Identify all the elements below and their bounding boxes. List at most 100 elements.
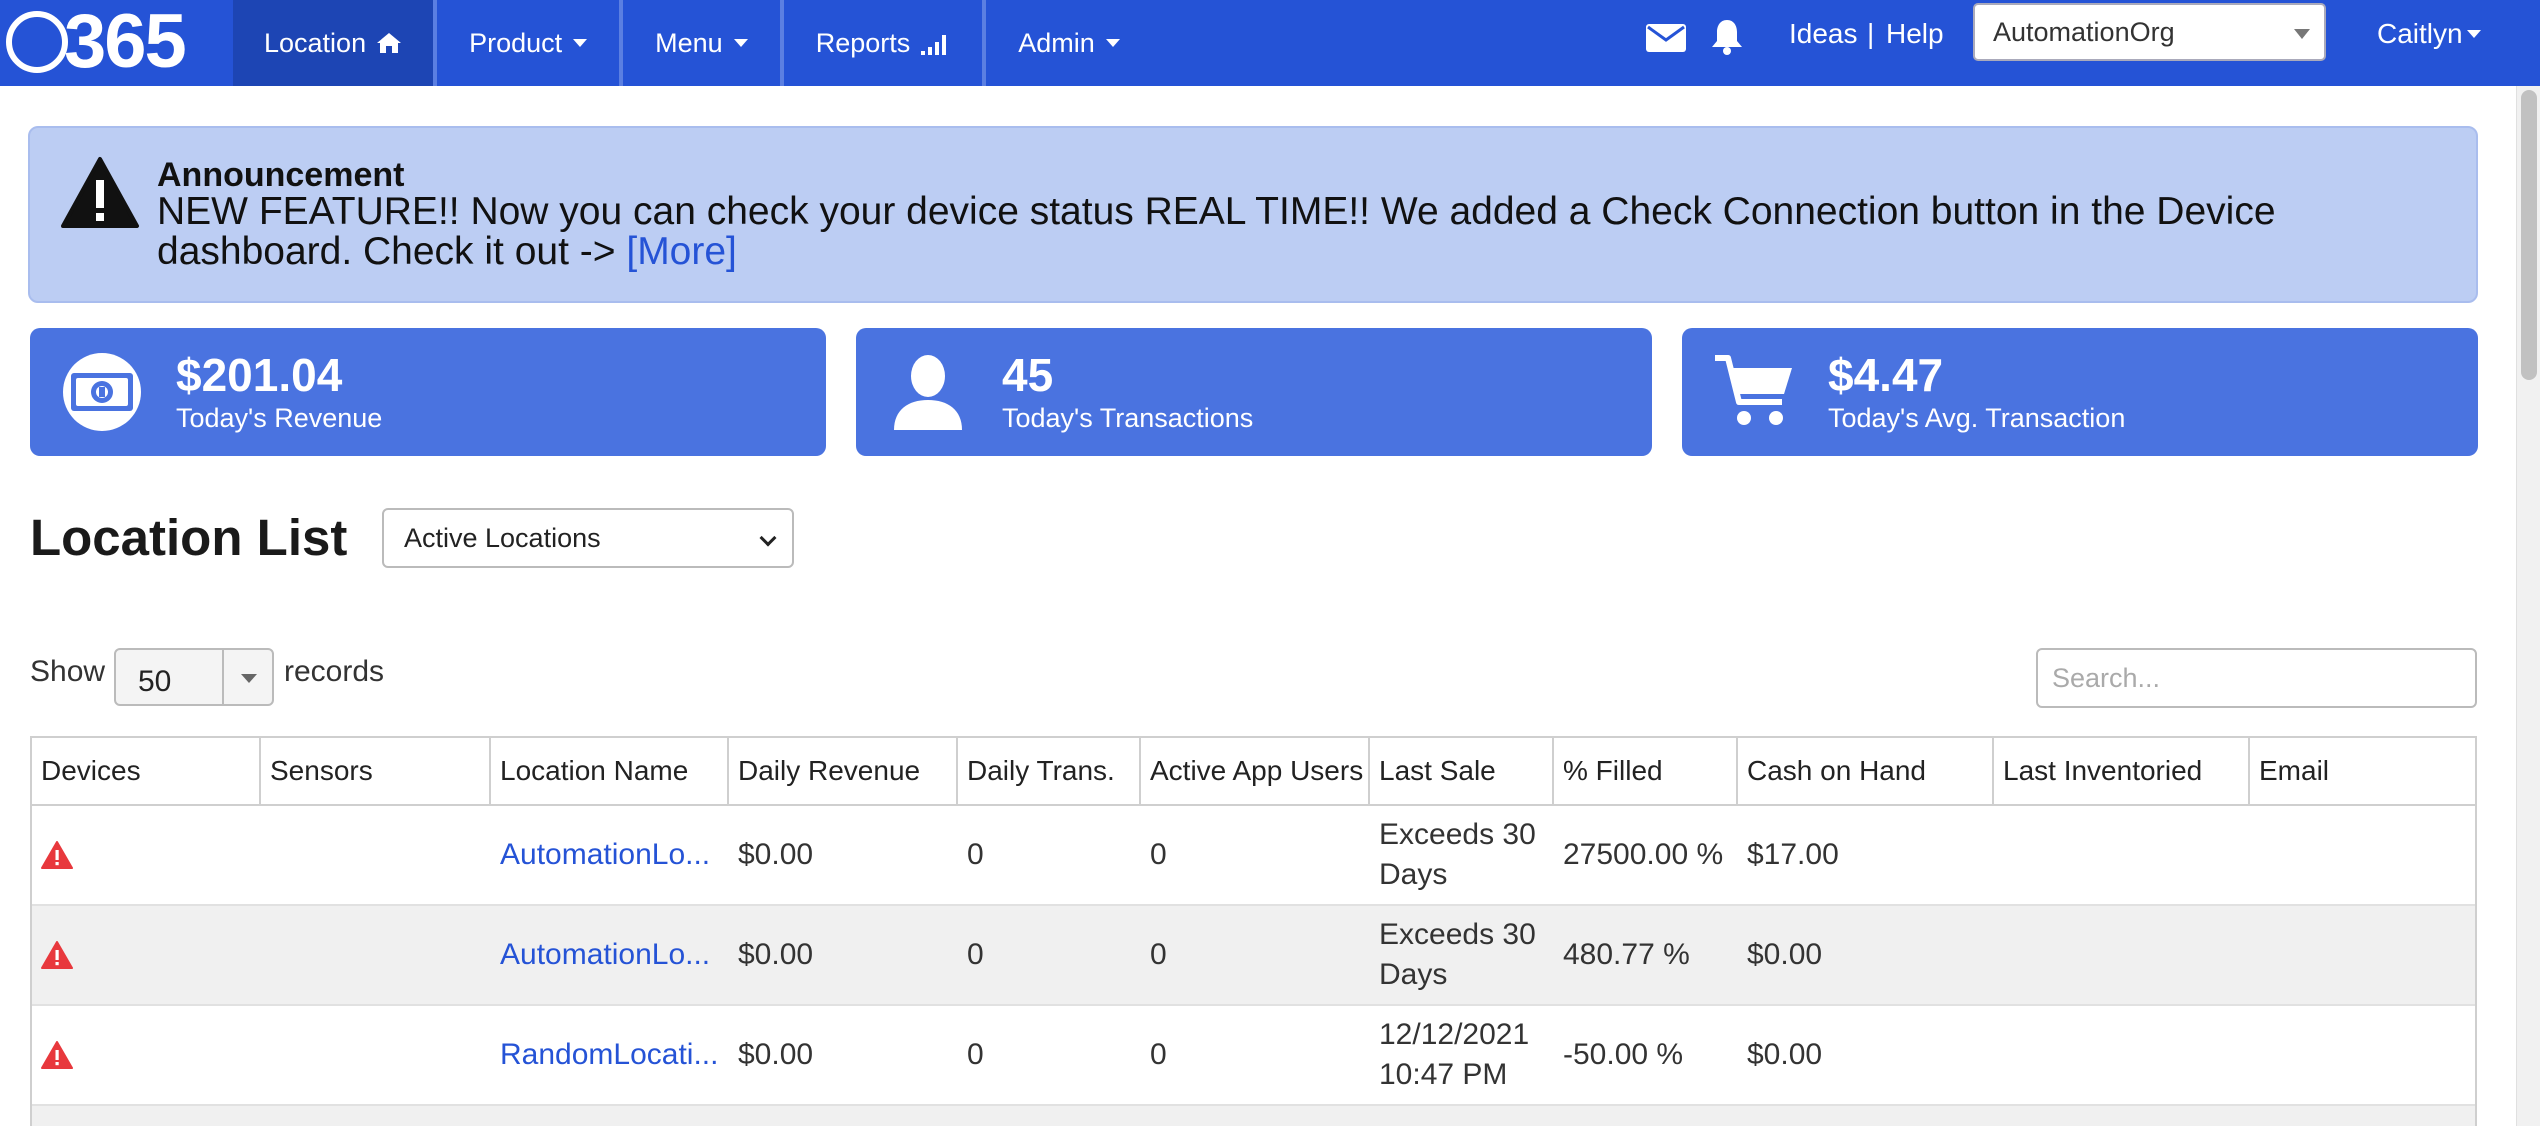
money-icon — [60, 350, 144, 434]
email-cell — [2250, 1006, 2475, 1104]
page-length-select[interactable]: 50 — [114, 648, 274, 706]
column-header-daily-trans[interactable]: Daily Trans. — [958, 738, 1141, 804]
daily-revenue-cell: $0.00 — [738, 938, 814, 971]
logo-ring-icon — [6, 11, 68, 73]
table-row: AutomationLo... $0.00 0 0 Exceeds 30 Day… — [32, 906, 2475, 1006]
last-inventoried-cell — [1994, 806, 2250, 904]
device-warning-icon[interactable] — [41, 840, 73, 870]
records-label: records — [284, 655, 385, 688]
caret-down-icon — [2466, 30, 2481, 38]
location-name-cell: AutomationLo... — [491, 906, 729, 1004]
signal-bars-icon — [920, 31, 950, 55]
nav-item-label: Menu — [655, 27, 723, 58]
stat-card-avg-transaction: $4.47 Today's Avg. Transaction — [1682, 328, 2478, 456]
location-table: Devices Sensors Location Name Daily Reve… — [30, 736, 2477, 1106]
table-row-partial — [30, 1106, 2477, 1126]
active-app-users-cell: 0 — [1150, 938, 1167, 971]
warning-icon — [60, 156, 140, 235]
location-link[interactable]: RandomLocati... — [500, 1038, 718, 1072]
stat-label: Today's Revenue — [176, 403, 383, 433]
column-header-cash-on-hand[interactable]: Cash on Hand — [1738, 738, 1994, 804]
daily-revenue-cell: $0.00 — [738, 1038, 814, 1071]
nav-item-label: Product — [469, 27, 563, 58]
nav-item-admin[interactable]: Admin — [986, 0, 1152, 86]
column-header-sensors[interactable]: Sensors — [261, 738, 491, 804]
location-name-cell: RandomLocati... — [491, 1006, 729, 1104]
cash-on-hand-cell: $17.00 — [1747, 838, 1839, 871]
location-name-cell: AutomationLo... — [491, 806, 729, 904]
nav-notification-icons — [1645, 18, 1745, 61]
stat-card-transactions: 45 Today's Transactions — [856, 328, 1652, 456]
device-warning-icon[interactable] — [41, 940, 73, 970]
home-icon — [376, 32, 402, 54]
user-menu[interactable]: Caitlyn — [2377, 18, 2481, 50]
location-link[interactable]: AutomationLo... — [500, 938, 710, 972]
active-app-users-cell: 0 — [1150, 1038, 1167, 1071]
sensors-cell — [261, 1006, 491, 1104]
active-app-users-cell: 0 — [1150, 838, 1167, 871]
column-header-devices[interactable]: Devices — [32, 738, 261, 804]
nav-item-label: Reports — [815, 27, 911, 58]
filled-cell: 480.77 % — [1563, 938, 1690, 971]
caret-down-icon — [241, 674, 257, 683]
daily-trans-cell: 0 — [967, 938, 984, 971]
stat-label: Today's Avg. Transaction — [1828, 403, 2126, 433]
org-select[interactable]: AutomationOrg — [1973, 3, 2326, 61]
column-header-location-name[interactable]: Location Name — [491, 738, 729, 804]
brand-logo[interactable]: 365 — [6, 2, 187, 82]
caret-down-icon — [733, 39, 748, 47]
main-nav: Location Product Menu Reports Admin — [233, 0, 1152, 86]
search-input[interactable] — [2036, 648, 2477, 708]
column-header-filled[interactable]: % Filled — [1554, 738, 1738, 804]
stat-card-revenue: $201.04 Today's Revenue — [30, 328, 826, 456]
caret-down-icon — [2294, 29, 2310, 39]
nav-separator: | — [1867, 18, 1875, 49]
cash-on-hand-cell: $0.00 — [1747, 938, 1823, 971]
email-cell — [2250, 806, 2475, 904]
chevron-down-icon — [759, 529, 777, 547]
announcement-more-link[interactable]: [More] — [626, 230, 737, 273]
ideas-link[interactable]: Ideas — [1789, 18, 1858, 50]
column-header-last-inventoried[interactable]: Last Inventoried — [1994, 738, 2250, 804]
announcement-banner: Announcement NEW FEATURE!! Now you can c… — [28, 126, 2478, 303]
devices-cell — [32, 906, 261, 1004]
nav-item-reports[interactable]: Reports — [784, 0, 987, 86]
announcement-text: NEW FEATURE!! Now you can check your dev… — [157, 190, 2276, 273]
column-header-email[interactable]: Email — [2250, 738, 2475, 804]
nav-item-label: Admin — [1018, 27, 1095, 58]
location-link[interactable]: AutomationLo... — [500, 838, 710, 872]
user-name: Caitlyn — [2377, 18, 2463, 49]
devices-cell — [32, 1006, 261, 1104]
last-inventoried-cell — [1994, 1006, 2250, 1104]
nav-item-location[interactable]: Location — [233, 0, 438, 86]
column-header-daily-revenue[interactable]: Daily Revenue — [729, 738, 958, 804]
mail-icon[interactable] — [1645, 21, 1687, 58]
scrollbar-thumb[interactable] — [2521, 90, 2537, 380]
cart-icon — [1712, 350, 1796, 434]
help-link[interactable]: Help — [1886, 18, 1944, 50]
top-navbar: 365 Location Product Menu Reports Admin … — [0, 0, 2540, 86]
page-title: Location List — [30, 509, 348, 566]
cash-on-hand-cell: $0.00 — [1747, 1038, 1823, 1071]
daily-revenue-cell: $0.00 — [738, 838, 814, 871]
last-sale-cell: Exceeds 30 Days — [1379, 918, 1536, 991]
page-scrollbar[interactable] — [2516, 86, 2540, 1126]
select-divider — [222, 650, 224, 704]
table-row: AutomationLo... $0.00 0 0 Exceeds 30 Day… — [32, 806, 2475, 906]
last-inventoried-cell — [1994, 906, 2250, 1004]
location-filter-select[interactable]: Active Locations — [382, 508, 794, 568]
page-length-value: 50 — [138, 665, 172, 698]
nav-item-menu[interactable]: Menu — [623, 0, 784, 86]
caret-down-icon — [1105, 39, 1120, 47]
bell-icon[interactable] — [1709, 18, 1745, 61]
daily-trans-cell: 0 — [967, 838, 984, 871]
nav-item-product[interactable]: Product — [437, 0, 624, 86]
location-filter-value: Active Locations — [404, 522, 601, 553]
column-header-active-app-users[interactable]: Active App Users — [1141, 738, 1370, 804]
table-header: Devices Sensors Location Name Daily Reve… — [32, 738, 2475, 806]
stat-value: $201.04 — [176, 349, 343, 401]
nav-item-label: Location — [264, 27, 367, 58]
last-sale-cell: 12/12/2021 10:47 PM — [1379, 1018, 1530, 1091]
column-header-last-sale[interactable]: Last Sale — [1370, 738, 1554, 804]
device-warning-icon[interactable] — [41, 1040, 73, 1070]
